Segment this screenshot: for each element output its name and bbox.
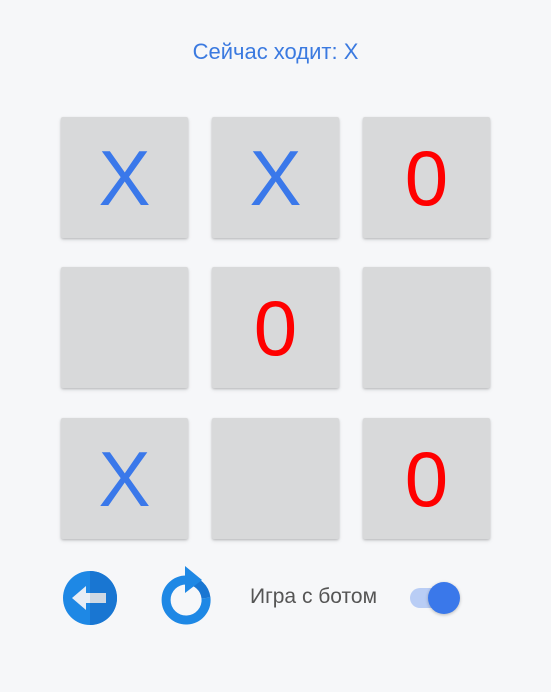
cell-mark: X xyxy=(249,133,302,222)
cell-mark: 0 xyxy=(404,434,449,523)
cell-3[interactable]: 0 xyxy=(363,117,490,238)
cell-7[interactable]: X xyxy=(61,418,188,539)
controls-bar: Игра с ботом xyxy=(0,560,551,630)
cell-mark: X xyxy=(98,133,151,222)
restart-button[interactable] xyxy=(160,566,214,628)
back-arrow-icon xyxy=(63,571,117,625)
cell-6[interactable] xyxy=(363,267,490,388)
cell-5[interactable]: 0 xyxy=(212,267,339,388)
bot-mode-toggle[interactable] xyxy=(408,582,464,614)
cell-1[interactable]: X xyxy=(61,117,188,238)
back-button[interactable] xyxy=(62,570,118,626)
cell-9[interactable]: 0 xyxy=(363,418,490,539)
cell-mark: 0 xyxy=(253,283,298,372)
cell-2[interactable]: X xyxy=(212,117,339,238)
cell-mark: X xyxy=(98,434,151,523)
bot-mode-label: Игра с ботом xyxy=(250,585,378,608)
cell-8[interactable] xyxy=(212,418,339,539)
restart-icon xyxy=(161,566,211,625)
turn-status: Сейчас ходит: X xyxy=(192,39,359,64)
game-board: X X 0 0 X 0 xyxy=(61,117,491,539)
cell-mark: 0 xyxy=(404,133,449,222)
toggle-thumb xyxy=(428,582,460,614)
cell-4[interactable] xyxy=(61,267,188,388)
